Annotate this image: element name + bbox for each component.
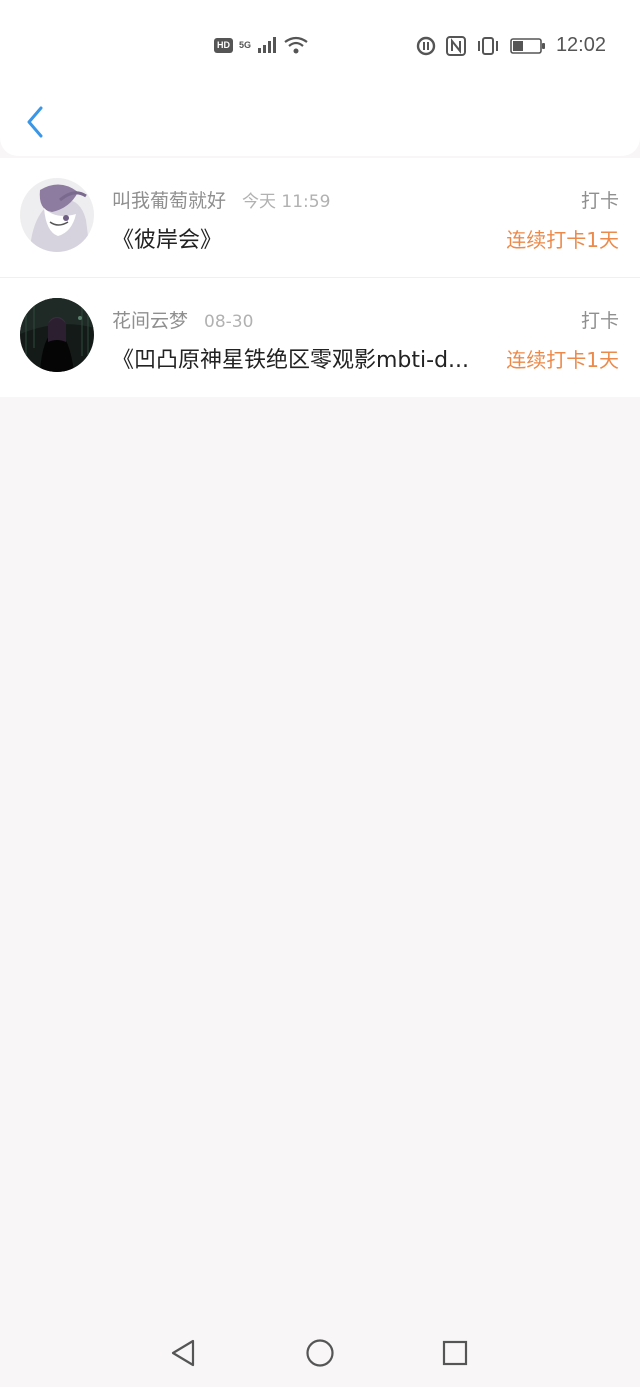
system-home-button[interactable] [304, 1337, 336, 1369]
status-bar: HD 5G 12:02 [0, 0, 640, 92]
chevron-left-icon [27, 106, 43, 138]
book-title[interactable]: 《凹凸原神星铁绝区零观影mbti-d... [112, 342, 490, 374]
checkin-list: 叫我葡萄就好 今天 11:59 打卡 《彼岸会》 连续打卡1天 花间云梦 08-… [0, 158, 640, 397]
book-title[interactable]: 《彼岸会》 [112, 222, 490, 254]
top-area: HD 5G 12:02 [0, 0, 640, 156]
battery-icon [510, 37, 545, 54]
data-saver-icon [416, 36, 436, 55]
home-circle-icon [306, 1339, 334, 1367]
timestamp: 今天 11:59 [242, 192, 331, 212]
avatar[interactable] [20, 178, 94, 252]
checkin-tag: 打卡 [580, 190, 619, 212]
checkin-tag: 打卡 [580, 310, 619, 332]
meta-line: 花间云梦 08-30 [112, 306, 253, 333]
username[interactable]: 花间云梦 [112, 306, 188, 333]
system-navigation [0, 1317, 640, 1387]
status-right: 12:02 [416, 34, 606, 57]
system-back-button[interactable] [167, 1337, 199, 1369]
streak-label: 连续打卡1天 [506, 228, 619, 252]
nfc-icon [445, 35, 466, 56]
screen: HD 5G 12:02 叫我葡萄就好 今天 11:59 打卡 《彼岸会》 连续打… [0, 0, 640, 1387]
username[interactable]: 叫我葡萄就好 [112, 186, 226, 213]
network-type: 5G [239, 40, 252, 50]
back-triangle-icon [171, 1339, 195, 1367]
meta-line: 叫我葡萄就好 今天 11:59 [112, 186, 330, 213]
system-recents-button[interactable] [439, 1337, 471, 1369]
back-button[interactable] [18, 100, 52, 144]
timestamp: 08-30 [204, 312, 254, 332]
list-item[interactable]: 叫我葡萄就好 今天 11:59 打卡 《彼岸会》 连续打卡1天 [0, 158, 640, 277]
vibrate-icon [477, 36, 498, 55]
list-item[interactable]: 花间云梦 08-30 打卡 《凹凸原神星铁绝区零观影mbti-d... 连续打卡… [0, 277, 640, 397]
avatar[interactable] [20, 298, 94, 372]
hd-icon: HD [214, 37, 233, 53]
streak-label: 连续打卡1天 [506, 348, 619, 372]
status-time: 12:02 [555, 34, 606, 56]
recents-square-icon [442, 1340, 468, 1366]
status-left: HD 5G [214, 36, 309, 54]
signal-icon [258, 37, 277, 53]
wifi-icon [284, 36, 308, 54]
